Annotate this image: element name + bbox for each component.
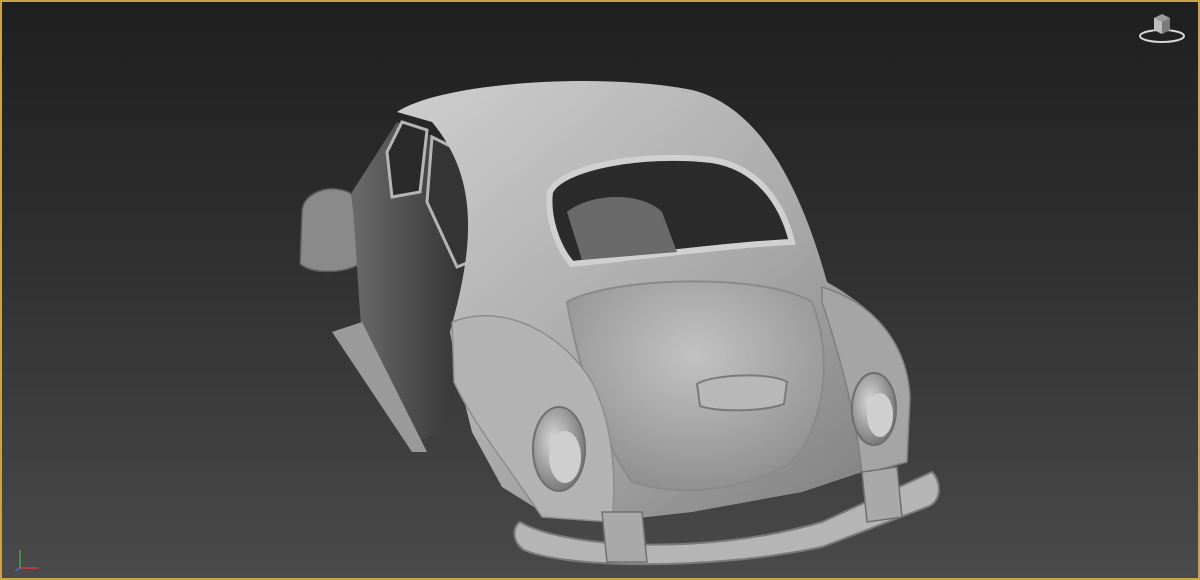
axis-tripod-icon — [14, 550, 38, 572]
viewcube-icon[interactable] — [1136, 10, 1188, 46]
tail-light-right-lens — [867, 393, 893, 437]
3d-viewport[interactable] — [0, 0, 1200, 580]
bumper-guard-right — [861, 466, 903, 523]
bumper-guard-left — [601, 511, 648, 563]
far-fender — [299, 188, 361, 273]
car-model[interactable] — [2, 2, 1200, 580]
tail-light-left-lens — [549, 431, 581, 483]
license-plate-housing — [695, 374, 789, 412]
